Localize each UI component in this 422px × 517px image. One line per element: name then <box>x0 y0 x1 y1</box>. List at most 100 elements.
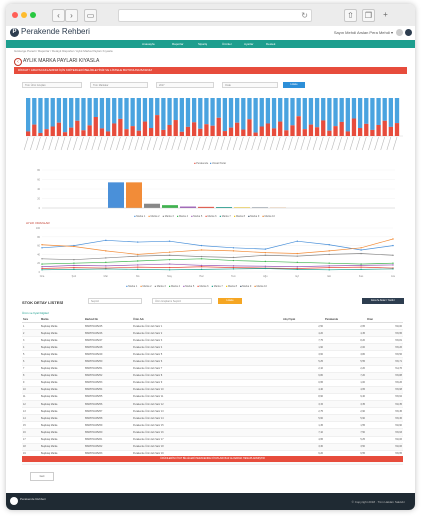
table-select-2[interactable]: Ürün Gruplarını Seçiniz <box>152 298 212 304</box>
table-cell[interactable]: Perakende Ürün Adı Satır 2 <box>132 329 282 338</box>
table-cell[interactable]: Perakende Ürün Adı Satır 3 <box>132 336 282 345</box>
table-cell[interactable]: Perakende Ürün Adı Satır 18 <box>132 443 282 451</box>
table-row[interactable]: 10 Beşiktaş Marka 8690571045254 Perakende Ü… <box>22 386 403 394</box>
table-row[interactable]: 3 Beşiktaş Marka 8690571045247 Perakende Ür… <box>22 336 403 345</box>
forward-icon[interactable]: › <box>65 9 78 22</box>
table-select-1[interactable]: Seçiniz <box>88 298 142 304</box>
table-cell[interactable]: Beşiktaş Marka <box>40 386 84 394</box>
table-row[interactable]: 14 Beşiktaş Marka 8690571045258 Perakende Ü… <box>22 414 403 423</box>
table-cell[interactable]: Beşiktaş Marka <box>40 443 84 451</box>
table-cell[interactable]: Beşiktaş Marka <box>40 421 84 430</box>
table-cell[interactable]: Beşiktaş Marka <box>40 436 84 444</box>
table-cell[interactable]: Perakende Ürün Adı Satır 5 <box>132 350 282 359</box>
table-cell[interactable]: Beşiktaş Marka <box>40 407 84 416</box>
back-button[interactable]: Geri <box>30 472 54 481</box>
month-select[interactable]: Ocak <box>222 82 278 88</box>
table-cell[interactable]: Beşiktaş Marka <box>40 400 84 409</box>
url-bar[interactable]: ↻ <box>118 9 312 22</box>
table-filter-button[interactable]: Listele <box>218 298 242 304</box>
table-cell[interactable]: Perakende Ürün Adı Satır 7 <box>132 365 282 373</box>
table-cell[interactable]: Perakende Ürün Adı Satır 13 <box>132 407 282 416</box>
table-cell[interactable]: Beşiktaş Marka <box>40 357 84 366</box>
table-cell: 3,50 <box>324 443 366 451</box>
table-cell[interactable]: Beşiktaş Marka <box>40 393 84 402</box>
nav-item-reports[interactable]: Raporlar <box>172 42 184 46</box>
table-row[interactable]: 13 Beşiktaş Marka 8690571045257 Perakende Ü… <box>22 407 403 416</box>
table-cell[interactable]: Beşiktaş Marka <box>40 365 84 373</box>
table-cell[interactable]: Beşiktaş Marka <box>40 343 84 352</box>
table-row[interactable]: 9 Beşiktaş Marka 8690571045253 Perakende Ür… <box>22 379 403 387</box>
legend-item: Marka 9 <box>242 285 252 288</box>
product-group-select[interactable]: Tüm Ürün Grupları <box>22 82 82 88</box>
close-window-button[interactable] <box>12 12 18 18</box>
legend-item: Marka 3 <box>164 215 174 218</box>
bar-perakende <box>136 130 141 136</box>
table-cell[interactable]: Perakende Ürün Adı Satır 8 <box>132 372 282 380</box>
table-cell[interactable]: Perakende Ürün Adı Satır 1 <box>132 322 282 331</box>
table-row[interactable]: 6 Beşiktaş Marka 8690571045250 Perakende Ür… <box>22 357 403 366</box>
minimize-window-button[interactable] <box>21 12 27 18</box>
user-menu[interactable]: Sayın Mehdi Arslan Pera Mehdi ▾ <box>334 30 393 35</box>
table-cell[interactable]: Beşiktaş Marka <box>40 350 84 359</box>
table-cell[interactable]: Perakende Ürün Adı Satır 10 <box>132 386 282 394</box>
data-point <box>328 253 330 256</box>
app-title[interactable]: Perakende Rehberi <box>21 27 90 36</box>
table-row[interactable]: 1 Beşiktaş Marka 8690571045245 Perakende Ür… <box>22 322 403 331</box>
table-row[interactable]: 8 Beşiktaş Marka 8690571045252 Perakende Ür… <box>22 372 403 380</box>
bar-perakende <box>253 132 258 136</box>
reload-icon[interactable]: ↻ <box>301 10 308 21</box>
tick-label-placeholder <box>60 136 66 151</box>
table-cell[interactable]: Beşiktaş Marka <box>40 428 84 437</box>
table-row[interactable]: 4 Beşiktaş Marka 8690571045248 Perakende Ür… <box>22 343 403 352</box>
table-cell[interactable]: Beşiktaş Marka <box>40 414 84 423</box>
table-cell[interactable]: Beşiktaş Marka <box>40 372 84 380</box>
sidebar-icon[interactable]: ▭ <box>84 9 97 22</box>
share-icon[interactable]: ⇧ <box>344 9 357 22</box>
notification-icon[interactable] <box>396 29 403 36</box>
table-cell[interactable]: Perakende Ürün Adı Satır 4 <box>132 343 282 352</box>
nav-item-products[interactable]: Ürünler <box>222 42 232 46</box>
table-row[interactable]: 7 Beşiktaş Marka 8690571045251 Perakende Ür… <box>22 365 403 373</box>
table-cell[interactable]: Beşiktaş Marka <box>40 336 84 345</box>
table-row[interactable]: 18 Beşiktaş Marka 8690571045262 Perakende Ü… <box>22 443 403 451</box>
breadcrumb[interactable]: Gösterge Paneli / Raporlar / Detaylı Rap… <box>14 49 113 53</box>
table-cell[interactable]: Perakende Ürün Adı Satır 12 <box>132 400 282 409</box>
export-button[interactable]: Excel'e Aktar / Yazdır <box>362 298 404 304</box>
data-point <box>392 264 394 266</box>
table-cell[interactable]: Perakende Ürün Adı Satır 14 <box>132 414 282 423</box>
table-row[interactable]: 17 Beşiktaş Marka 8690571045261 Perakende Ü… <box>22 436 403 444</box>
table-row[interactable]: 5 Beşiktaş Marka 8690571045249 Perakende Ür… <box>22 350 403 359</box>
table-cell: %5,56 <box>366 350 403 359</box>
brand-select[interactable]: Tüm Markalar <box>90 82 148 88</box>
nav-item-orders[interactable]: Sipariş <box>198 42 207 46</box>
table-cell[interactable]: Perakende Ürün Adı Satır 15 <box>132 421 282 430</box>
maximize-window-button[interactable] <box>30 12 36 18</box>
tick-label-placeholder <box>171 136 176 151</box>
table-cell[interactable]: Perakende Ürün Adı Satır 9 <box>132 379 282 387</box>
table-cell[interactable]: Perakende Ürün Adı Satır 11 <box>132 393 282 402</box>
table-row[interactable]: 12 Beşiktaş Marka 8690571045256 Perakende Ü… <box>22 400 403 409</box>
table-cell[interactable]: Beşiktaş Marka <box>40 379 84 387</box>
back-icon[interactable]: ‹ <box>52 9 65 22</box>
list-button[interactable]: Listele <box>283 82 305 88</box>
new-tab-icon[interactable]: + <box>380 9 391 20</box>
table-row[interactable]: 15 Beşiktaş Marka 8690571045259 Perakende Ü… <box>22 421 403 430</box>
table-cell[interactable]: Perakende Ürün Adı Satır 16 <box>132 428 282 437</box>
table-cell[interactable]: Beşiktaş Marka <box>40 329 84 338</box>
table-row[interactable]: 11 Beşiktaş Marka 8690571045255 Perakende Ü… <box>22 393 403 402</box>
back-arrow-icon[interactable]: ‹ <box>14 58 22 66</box>
table-cell[interactable]: Perakende Ürün Adı Satır 6 <box>132 357 282 366</box>
table-row[interactable]: 16 Beşiktaş Marka 8690571045260 Perakende Ü… <box>22 428 403 437</box>
data-point <box>200 255 203 258</box>
table-cell: %6,06 <box>366 436 403 444</box>
year-select[interactable]: 2017 <box>156 82 214 88</box>
nav-item-home[interactable]: Anasayfa <box>142 42 155 46</box>
nav-item-settings[interactable]: Ayarlar <box>244 42 253 46</box>
tabs-icon[interactable]: ❐ <box>362 9 375 22</box>
nav-item-support[interactable]: Destek <box>266 42 275 46</box>
table-row[interactable]: 2 Beşiktaş Marka 8690571045246 Perakende Ür… <box>22 329 403 338</box>
table-cell[interactable]: Perakende Ürün Adı Satır 17 <box>132 436 282 444</box>
table-cell[interactable]: Beşiktaş Marka <box>40 322 84 331</box>
bar-perakende <box>124 129 129 136</box>
avatar[interactable] <box>405 29 412 36</box>
